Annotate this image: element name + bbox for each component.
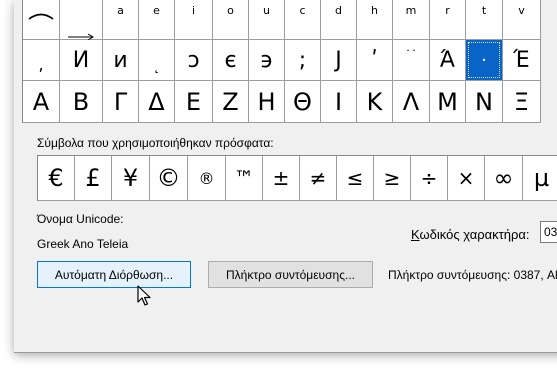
arrow-glyph-icon [68, 33, 94, 41]
autocorrect-button[interactable]: Αυτόματη Διόρθωση... [37, 261, 191, 288]
symbol-cell[interactable]: є [213, 40, 249, 81]
unicode-name-label: Όνομα Unicode: [37, 212, 124, 226]
shortcut-key-button[interactable]: Πλήκτρο συντόμευσης... [208, 261, 373, 288]
recent-symbol-cell[interactable]: ™ [226, 156, 263, 201]
recent-symbol-cell[interactable]: × [448, 156, 485, 201]
symbol-cell[interactable]: Ι [321, 81, 357, 123]
symbol-cell[interactable]: a [103, 0, 139, 40]
recent-symbol-cell[interactable]: ÷ [411, 156, 448, 201]
recent-symbol-cell[interactable]: € [38, 156, 75, 201]
symbol-cell[interactable]: Κ [357, 81, 393, 123]
symbol-grid: a e i o u c d h m r t v , И и ˛ ɔ є ϶ ; … [22, 0, 557, 123]
recent-symbol-cell[interactable]: © [150, 156, 188, 201]
symbol-cell[interactable]: и [103, 40, 139, 81]
recent-symbol-cell[interactable]: £ [75, 156, 112, 201]
symbol-cell[interactable]: d [321, 0, 357, 40]
symbol-cell[interactable]: , [23, 40, 60, 81]
symbol-cell[interactable]: ˙˙ [393, 40, 430, 81]
symbol-cell[interactable]: Λ [393, 81, 430, 123]
character-code-input[interactable]: 0387 [540, 221, 557, 243]
symbol-cell[interactable]: ʹ [357, 40, 393, 81]
recent-symbol-cell[interactable]: ≤ [337, 156, 374, 201]
symbol-cell[interactable]: u [249, 0, 285, 40]
symbol-cell[interactable]: И [60, 40, 103, 81]
symbol-cell[interactable]: e [139, 0, 175, 40]
symbol-cell[interactable]: Ά [430, 40, 466, 81]
recent-symbol-cell[interactable]: ± [263, 156, 300, 201]
symbol-cell[interactable]: ϶ [249, 40, 285, 81]
symbol-cell[interactable]: i [175, 0, 213, 40]
symbol-cell[interactable] [23, 0, 60, 40]
symbol-cell[interactable]: Ξ [503, 81, 541, 123]
symbol-cell[interactable]: ; [285, 40, 321, 81]
character-code-label-text: ωδικός χαρακτήρα: [419, 227, 530, 242]
symbol-cell[interactable]: J [321, 40, 357, 81]
symbol-cell[interactable]: Έ [503, 40, 541, 81]
symbol-cell[interactable]: Γ [103, 81, 139, 123]
symbol-cell[interactable]: Ζ [213, 81, 249, 123]
symbol-cell[interactable] [60, 0, 103, 41]
recent-symbol-cell[interactable]: µ [523, 156, 557, 201]
character-code-access-key: Κ [411, 227, 420, 242]
recent-symbol-cell[interactable]: ¥ [112, 156, 150, 201]
symbol-cell[interactable]: r [430, 0, 466, 40]
symbol-cell[interactable]: Δ [139, 81, 175, 123]
mouse-cursor-icon [137, 285, 151, 306]
recent-symbol-cell[interactable]: ® [188, 156, 226, 201]
recent-symbol-cell[interactable]: ∞ [485, 156, 523, 201]
symbol-cell[interactable]: c [285, 0, 321, 40]
symbol-cell[interactable]: Μ [430, 81, 466, 123]
symbol-cell[interactable]: o [213, 0, 249, 40]
symbol-cell[interactable]: ˛ [139, 40, 175, 81]
symbol-cell[interactable]: Θ [285, 81, 321, 123]
recent-symbols-row: € £ ¥ © ® ™ ± ≠ ≤ ≥ ÷ × ∞ µ [37, 155, 557, 201]
symbol-cell[interactable]: Ε [175, 81, 213, 123]
symbol-cell[interactable]: Ν [466, 81, 503, 123]
symbol-cell[interactable]: Α [23, 81, 60, 123]
symbol-cell-selected[interactable]: · [466, 40, 503, 81]
recent-symbol-cell[interactable]: ≥ [374, 156, 411, 201]
character-code-label: Κωδικός χαρακτήρα: [411, 227, 530, 242]
shortcut-key-text: Πλήκτρο συντόμευσης: 0387, Alt+X [388, 268, 557, 282]
symbol-cell[interactable]: ɔ [175, 40, 213, 81]
symbol-cell[interactable]: Η [249, 81, 285, 123]
symbol-cell[interactable]: t [466, 0, 503, 40]
recent-symbols-label: Σύμβολα που χρησιμοποιήθηκαν πρόσφατα: [37, 136, 274, 150]
recent-symbol-cell[interactable]: ≠ [300, 156, 337, 201]
symbol-cell[interactable]: h [357, 0, 393, 40]
arc-glyph-icon [28, 13, 54, 20]
unicode-name-value: Greek Ano Teleia [37, 237, 129, 251]
symbol-cell[interactable]: Β [60, 81, 103, 123]
symbol-cell[interactable]: m [393, 0, 430, 40]
symbol-cell[interactable]: v [503, 0, 541, 40]
